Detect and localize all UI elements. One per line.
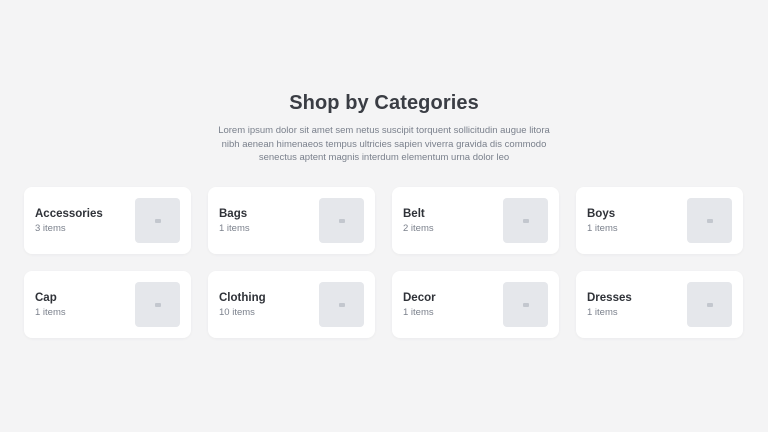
category-count: 1 items: [219, 223, 250, 234]
image-placeholder-icon: [154, 218, 161, 223]
category-thumbnail: [135, 282, 180, 327]
category-count: 2 items: [403, 223, 434, 234]
category-card-boys[interactable]: Boys 1 items: [576, 187, 743, 254]
category-count: 1 items: [403, 307, 434, 318]
category-count: 1 items: [587, 307, 618, 318]
image-placeholder-icon: [706, 302, 713, 307]
category-card-dresses[interactable]: Dresses 1 items: [576, 271, 743, 338]
category-name: Cap: [35, 292, 57, 304]
category-name: Decor: [403, 292, 436, 304]
category-name: Boys: [587, 208, 616, 220]
category-name: Accessories: [35, 208, 103, 220]
image-placeholder-icon: [706, 218, 713, 223]
image-placeholder-icon: [338, 218, 345, 223]
page: Shop by Categories Lorem ipsum dolor sit…: [0, 0, 768, 432]
category-card-decor[interactable]: Decor 1 items: [392, 271, 559, 338]
category-card-clothing[interactable]: Clothing 10 items: [208, 271, 375, 338]
category-name: Bags: [219, 208, 248, 220]
category-card-belt[interactable]: Belt 2 items: [392, 187, 559, 254]
category-card-accessories[interactable]: Accessories 3 items: [24, 187, 191, 254]
category-grid: Accessories 3 items Bags 1 items Belt 2 …: [24, 187, 743, 338]
category-thumbnail: [135, 198, 180, 243]
category-thumbnail: [319, 282, 364, 327]
category-name: Dresses: [587, 292, 632, 304]
section-description: Lorem ipsum dolor sit amet sem netus sus…: [218, 125, 550, 163]
image-placeholder-icon: [522, 218, 529, 223]
category-card-bags[interactable]: Bags 1 items: [208, 187, 375, 254]
category-card-cap[interactable]: Cap 1 items: [24, 271, 191, 338]
image-placeholder-icon: [338, 302, 345, 307]
category-name: Belt: [403, 208, 425, 220]
image-placeholder-icon: [522, 302, 529, 307]
section-title: Shop by Categories: [289, 92, 479, 114]
category-count: 1 items: [35, 307, 66, 318]
category-thumbnail: [319, 198, 364, 243]
category-count: 3 items: [35, 223, 66, 234]
category-thumbnail: [503, 282, 548, 327]
category-thumbnail: [687, 198, 732, 243]
category-name: Clothing: [219, 292, 266, 304]
category-thumbnail: [503, 198, 548, 243]
category-count: 1 items: [587, 223, 618, 234]
category-thumbnail: [687, 282, 732, 327]
image-placeholder-icon: [154, 302, 161, 307]
category-count: 10 items: [219, 307, 255, 318]
